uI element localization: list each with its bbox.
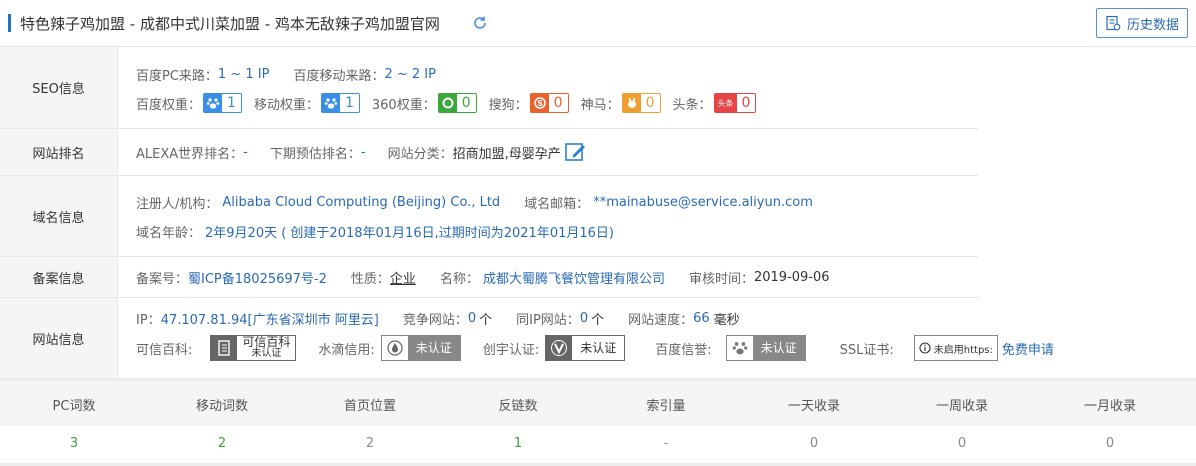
ssl-apply-link[interactable]: 免费申请 (1002, 339, 1054, 358)
sogou-weight-badge[interactable]: S 0 (529, 93, 569, 113)
home-position-value: 2 (365, 436, 375, 451)
page-header: 特色辣子鸡加盟 - 成都中式川菜加盟 - 鸡本无敌辣子鸡加盟官网 历史数据 (0, 0, 1196, 47)
toutiao-icon: 头条 (714, 94, 737, 112)
index-value: - (663, 436, 669, 451)
site-cert-line: 可信百科: 可信百科 未认证 水滴信用: 未认证 创宇认证: 未认证 百度信誉:… (136, 335, 1054, 361)
stats-value-row: 3 2 2 1 - 0 0 0 (0, 426, 1196, 466)
keyword-stats-table: PC词数 移动词数 首页位置 反链数 索引量 一天收录 一周收录 一月收录 3 … (0, 378, 1196, 466)
rank-row: 网站排名 ALEXA世界排名： - 下期预估排名： - 网站分类： 招商加盟,母… (0, 129, 978, 176)
site-speed-value: 66 (693, 311, 710, 326)
kexin-icon (211, 336, 238, 360)
beian-row: 备案信息 备案号： 蜀ICP备18025697号-2 性质： 企业 名称： 成都… (0, 257, 978, 298)
baidu-pc-source-link[interactable]: 1 ~ 1 IP (218, 67, 270, 82)
stats-header-backlinks: 反链数 (498, 399, 538, 414)
rank-label: 网站排名 (0, 129, 118, 175)
stats-header-row: PC词数 移动词数 首页位置 反链数 索引量 一天收录 一周收录 一月收录 (0, 381, 1196, 426)
stats-header-index: 索引量 (646, 399, 686, 414)
baidu-paw-icon (726, 336, 753, 360)
sogou-icon: S (530, 94, 549, 112)
registrant-link[interactable]: Alibaba Cloud Computing (Beijing) Co., L… (222, 195, 500, 210)
stats-header-month-included: 一月收录 (1083, 399, 1136, 414)
360-weight-badge[interactable]: 0 (437, 93, 477, 113)
seo-row: SEO信息 百度PC来路： 1 ~ 1 IP 百度移动来路： 2 ~ 2 IP … (0, 47, 978, 129)
beian-audit-date: 2019-09-06 (753, 270, 830, 285)
week-included-value: 0 (957, 436, 967, 451)
ssl-badge[interactable]: 未启用https: (913, 335, 998, 361)
domain-age-value: 2年9月20天 ( 创建于2018年01月16日,过期时间为2021年01月16… (205, 226, 614, 241)
title-accent-bar (8, 14, 11, 32)
baidu-credit-badge[interactable]: 未认证 (725, 335, 806, 361)
360-icon (438, 94, 457, 112)
same-ip-count[interactable]: 0 (580, 311, 588, 326)
beian-line: 备案号： 蜀ICP备18025697号-2 性质： 企业 名称： 成都大蜀腾飞餐… (136, 268, 830, 287)
beian-company-link[interactable]: 成都大蜀腾飞餐饮管理有限公司 (483, 268, 665, 287)
domain-registrant-line: 注册人/机构： Alibaba Cloud Computing (Beijing… (136, 195, 813, 212)
site-row: 网站信息 IP： 47.107.81.94[广东省深圳市 阿里云] 竞争网站： … (0, 298, 1054, 378)
baidu-mobile-source-link[interactable]: 2 ~ 2 IP (384, 67, 436, 82)
ip-link[interactable]: 47.107.81.94[广东省深圳市 阿里云] (161, 309, 379, 328)
stats-header-mobile-words: 移动词数 (195, 399, 248, 414)
baidu-weight-badge[interactable]: 1 (203, 93, 242, 113)
site-label: 网站信息 (0, 298, 118, 378)
day-included-value: 0 (809, 436, 819, 451)
baidu-paw-icon (321, 94, 340, 112)
compete-count[interactable]: 0 (468, 311, 476, 326)
chuangyu-v-icon (546, 336, 573, 360)
rank-line: ALEXA世界排名： - 下期预估排名： - 网站分类： 招商加盟,母婴孕产 (136, 142, 587, 162)
beian-number-link[interactable]: 蜀ICP备18025697号-2 (188, 268, 327, 287)
seo-label: SEO信息 (0, 47, 118, 128)
backlinks-value[interactable]: 1 (444, 436, 592, 451)
svg-text:S: S (537, 99, 543, 108)
domain-email-link[interactable]: **mainabuse@service.aliyun.com (593, 195, 813, 210)
kexin-badge[interactable]: 可信百科 未认证 (210, 335, 297, 361)
beian-label: 备案信息 (0, 257, 118, 297)
chuangyu-badge[interactable]: 未认证 (545, 335, 626, 361)
info-icon (919, 342, 931, 354)
beian-nature-link[interactable]: 企业 (390, 268, 416, 287)
domain-label: 域名信息 (0, 176, 118, 256)
mobile-words-value[interactable]: 2 (148, 436, 296, 451)
stats-header-pc-words: PC词数 (52, 399, 96, 414)
shenma-icon (622, 94, 641, 112)
toutiao-weight-badge[interactable]: 头条 0 (713, 93, 757, 113)
water-drop-icon (381, 336, 408, 360)
site-ip-line: IP： 47.107.81.94[广东省深圳市 阿里云] 竞争网站： 0 个 同… (136, 309, 740, 328)
history-doc-icon (1106, 15, 1121, 31)
stats-header-week-included: 一周收录 (935, 399, 988, 414)
stats-header-home-position: 首页位置 (343, 399, 396, 414)
stats-header-day-included: 一天收录 (787, 399, 840, 414)
mobile-weight-badge[interactable]: 1 (320, 93, 360, 113)
month-included-value: 0 (1105, 436, 1115, 451)
history-data-label: 历史数据 (1126, 17, 1179, 33)
history-data-button[interactable]: 历史数据 (1096, 8, 1188, 38)
seo-weights-line: 百度权重： 1 移动权重： 1 360权重： 0 搜狗： S 0 神马： 0 头… (136, 93, 757, 113)
shenma-weight-badge[interactable]: 0 (621, 93, 661, 113)
next-rank-value: - (360, 144, 366, 160)
pc-words-value[interactable]: 3 (0, 436, 148, 451)
site-category-value: 招商加盟,母婴孕产 (452, 146, 561, 162)
domain-age-line: 域名年龄： 2年9月20天 ( 创建于2018年01月16日,过期时间为2021… (136, 222, 614, 241)
refresh-icon[interactable] (472, 15, 488, 31)
page-title: 特色辣子鸡加盟 - 成都中式川菜加盟 - 鸡本无敌辣子鸡加盟官网 (20, 15, 440, 33)
edit-icon[interactable] (564, 142, 587, 162)
alexa-rank-value: - (243, 144, 248, 160)
baidu-paw-icon (204, 94, 223, 112)
seo-source-line: 百度PC来路： 1 ~ 1 IP 百度移动来路： 2 ~ 2 IP (136, 67, 436, 84)
shuidi-badge[interactable]: 未认证 (380, 335, 461, 361)
domain-row: 域名信息 注册人/机构： Alibaba Cloud Computing (Be… (0, 176, 978, 257)
